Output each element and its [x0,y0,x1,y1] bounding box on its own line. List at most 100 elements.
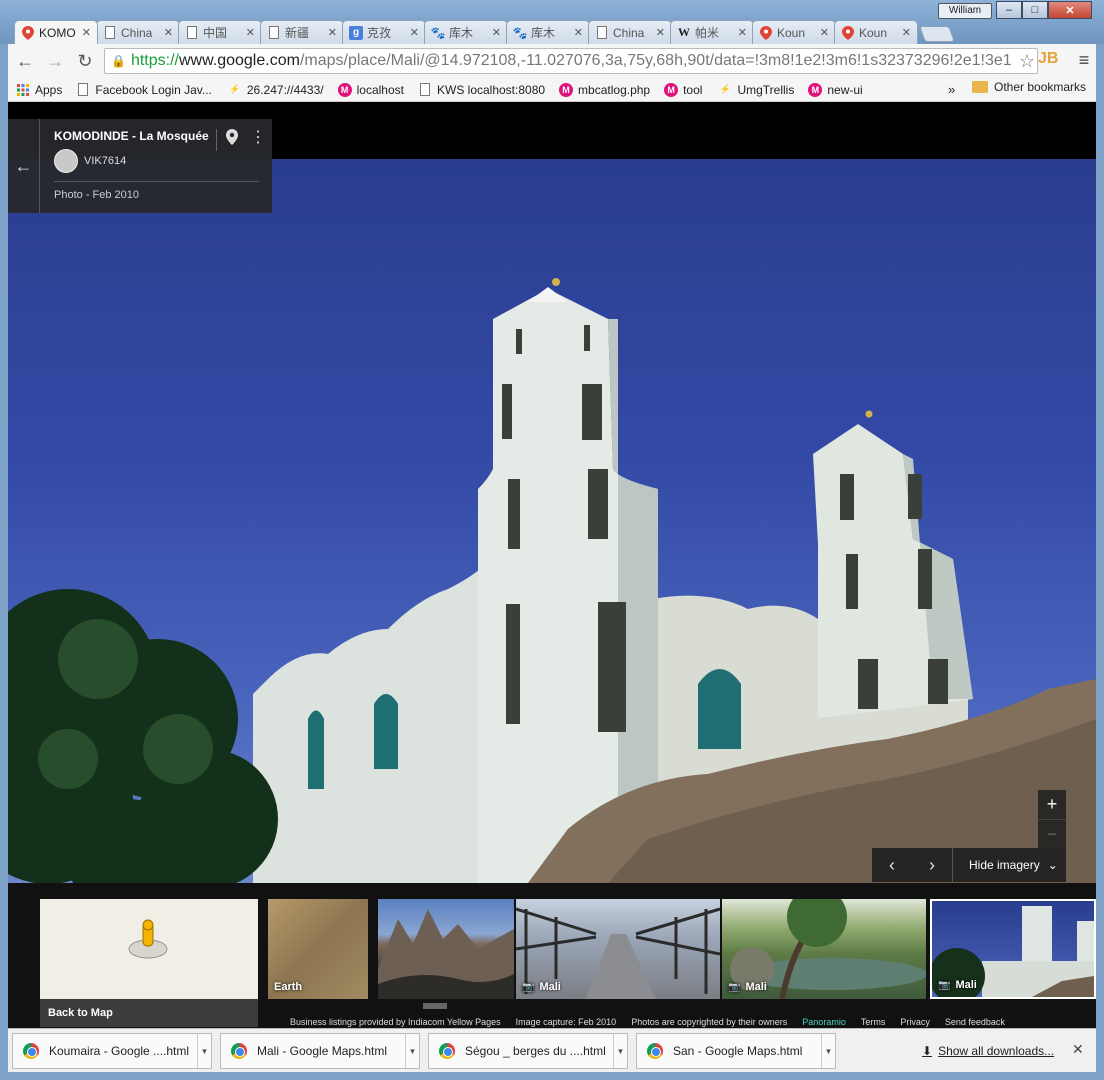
close-downloads-button[interactable]: ✕ [1072,1041,1084,1058]
browser-window: William – □ ✕ KOMO ✕ China ✕ 中国 ✕ 新疆 ✕ g… [0,0,1104,1080]
close-tab-icon[interactable]: ✕ [574,26,583,39]
tab-pami[interactable]: W 帕米 ✕ [670,20,754,44]
maximize-button[interactable]: □ [1022,1,1048,19]
close-tab-icon[interactable]: ✕ [820,26,829,39]
bookmark-26-247[interactable]: ⚡ 26.247://4433/ [228,83,323,97]
filmstrip-scrollbar[interactable] [423,1003,447,1009]
show-all-downloads-link[interactable]: ⬇ Show all downloads... [922,1044,1054,1058]
send-feedback-link[interactable]: Send feedback [945,1017,1005,1027]
thumbnail-label-text: Mali [745,981,767,993]
tab-strip: KOMO ✕ China ✕ 中国 ✕ 新疆 ✕ g 克孜 ✕ 🐾 库木 ✕ 🐾… [14,20,955,44]
tab-koun-2[interactable]: Koun ✕ [834,20,918,44]
download-arrow-icon: ⬇ [922,1044,933,1058]
bookmark-label: Apps [35,82,63,97]
bookmark-umgtrellis[interactable]: ⚡ UmgTrellis [718,83,795,97]
thumbnail-pond[interactable]: 📷 Mali [722,899,926,999]
bookmarks-overflow-button[interactable]: » [948,82,955,97]
tab-kezi[interactable]: g 克孜 ✕ [342,20,426,44]
close-tab-icon[interactable]: ✕ [82,26,91,39]
place-title: KOMODINDE - La Mosquée [54,129,209,143]
zoom-out-button[interactable]: − [1038,819,1066,848]
close-tab-icon[interactable]: ✕ [738,26,747,39]
location-pin-icon[interactable] [226,129,238,150]
minimize-button[interactable]: – [996,1,1022,19]
bookmark-facebook-login[interactable]: Facebook Login Jav... [76,83,212,97]
bookmark-label: tool [683,82,703,97]
close-tab-icon[interactable]: ✕ [328,26,337,39]
hide-imagery-button[interactable]: Hide imagery ⌄ [952,848,1058,882]
back-arrow-icon[interactable]: ← [8,119,40,213]
bookmark-label: KWS localhost:8080 [436,82,546,97]
bookmark-kws-localhost[interactable]: KWS localhost:8080 [418,83,545,97]
window-controls: – □ ✕ [996,1,1092,20]
back-button[interactable]: ← [12,48,38,74]
url-host: www.google.com [178,52,300,69]
mosque-photo-illustration [8,278,1096,883]
camera-icon: 📷 [728,981,741,993]
tab-kumu-2[interactable]: 🐾 库木 ✕ [506,20,590,44]
bookmark-tool[interactable]: Mtool [664,82,703,97]
tab-title: Koun [859,25,888,40]
browser-toolbar: ← → ↻ 🔒 https:// www.google.com /maps/pl… [8,44,1096,78]
bookmark-mbcatlog[interactable]: Mmbcatlog.php [559,82,650,97]
bookmark-apps[interactable]: Apps [16,83,62,97]
close-tab-icon[interactable]: ✕ [492,26,501,39]
more-options-icon[interactable]: ⋮ [250,127,266,147]
download-item[interactable]: San - Google Maps.html ▼ [636,1033,836,1069]
thumbnail-mosque-selected[interactable]: 📷 Mali [930,899,1096,999]
thumbnail-earth[interactable]: Earth [268,899,368,999]
bookmark-star-icon[interactable]: ☆ [1016,51,1035,72]
back-to-map-card[interactable]: Back to Map [40,899,258,1027]
bookmark-localhost[interactable]: Mlocalhost [337,82,404,97]
author-name[interactable]: VIK7614 [84,155,126,167]
page-icon [103,26,117,40]
tab-title: 新疆 [285,26,310,40]
address-bar[interactable]: 🔒 https:// www.google.com /maps/place/Ma… [104,48,1038,74]
chrome-icon [647,1043,663,1059]
menu-icon[interactable]: ≡ [1074,50,1094,72]
tab-title: 库木 [531,26,556,40]
download-menu-chevron-icon[interactable]: ▼ [821,1034,835,1068]
avatar[interactable] [54,149,78,173]
tab-xinjiang[interactable]: 新疆 ✕ [260,20,344,44]
profile-badge[interactable]: William [938,3,992,19]
previous-photo-button[interactable]: ‹ [872,855,912,876]
tab-china[interactable]: China ✕ [96,20,180,44]
close-tab-icon[interactable]: ✕ [656,26,665,39]
new-tab-button[interactable] [919,26,955,42]
close-window-button[interactable]: ✕ [1048,1,1092,19]
close-tab-icon[interactable]: ✕ [164,26,173,39]
close-tab-icon[interactable]: ✕ [246,26,255,39]
jetbrains-extension-icon[interactable]: JB [1038,50,1062,72]
tab-koun-1[interactable]: Koun ✕ [752,20,836,44]
tab-zhongguo[interactable]: 中国 ✕ [178,20,262,44]
next-photo-button[interactable]: › [912,855,952,876]
page-icon [267,26,281,40]
zoom-in-button[interactable]: + [1038,790,1066,819]
thumbnail-mountains[interactable] [378,899,514,999]
tab-china-2[interactable]: China ✕ [588,20,672,44]
tab-komodinde[interactable]: KOMO ✕ [14,20,98,44]
reload-button[interactable]: ↻ [72,48,98,74]
tab-kumu-1[interactable]: 🐾 库木 ✕ [424,20,508,44]
close-tab-icon[interactable]: ✕ [902,26,911,39]
street-photo[interactable] [8,159,1096,883]
download-filename: Koumaira - Google ....html [49,1044,190,1058]
terms-link[interactable]: Terms [861,1017,886,1027]
download-item[interactable]: Mali - Google Maps.html ▼ [220,1033,420,1069]
download-menu-chevron-icon[interactable]: ▼ [197,1034,211,1068]
forward-button[interactable]: → [42,48,68,74]
copyright-notice: Photos are copyrighted by their owners [631,1017,788,1027]
maps-icon [21,25,35,40]
bookmark-new-ui[interactable]: Mnew-ui [808,82,863,97]
download-menu-chevron-icon[interactable]: ▼ [405,1034,419,1068]
double-chevron-down-icon: ⌄ [1047,858,1058,872]
panoramio-logo[interactable]: Panoramio [802,1017,846,1027]
privacy-link[interactable]: Privacy [900,1017,930,1027]
download-menu-chevron-icon[interactable]: ▼ [613,1034,627,1068]
other-bookmarks[interactable]: Other bookmarks [972,80,1086,94]
download-item[interactable]: Ségou _ berges du ....html ▼ [428,1033,628,1069]
thumbnail-bridge[interactable]: 📷 Mali [516,899,720,999]
download-item[interactable]: Koumaira - Google ....html ▼ [12,1033,212,1069]
close-tab-icon[interactable]: ✕ [410,26,419,39]
